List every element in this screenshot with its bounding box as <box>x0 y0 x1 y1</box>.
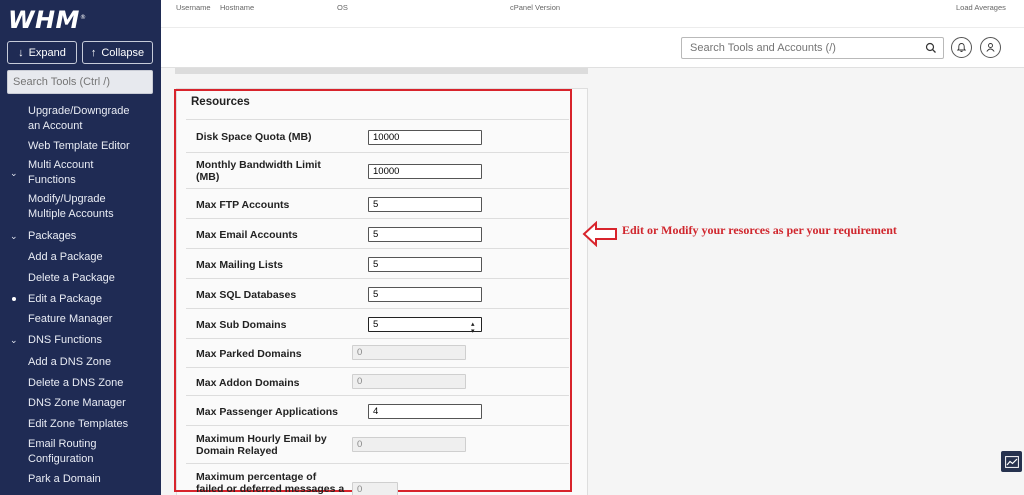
bell-icon <box>956 43 967 52</box>
chevron-down-icon[interactable]: ⌄ <box>10 168 18 179</box>
row-label: Max Addon Domains <box>196 377 300 389</box>
row-label: Monthly Bandwidth Limit (MB) <box>196 159 321 183</box>
hostname-label: Hostname <box>220 3 255 12</box>
arrow-down-icon: ↓ <box>18 46 24 59</box>
resource-row-disk-quota: Disk Space Quota (MB) <box>186 119 569 152</box>
sidebar-item-delete-dns-zone[interactable]: Delete a DNS Zone <box>28 376 123 391</box>
row-label: Maximum Hourly Email by Domain Relayed <box>196 433 327 457</box>
sidebar-item-park-domain[interactable]: Park a Domain <box>28 472 101 487</box>
sidebar-item-web-template-editor[interactable]: Web Template Editor <box>28 139 130 154</box>
search-icon[interactable] <box>925 42 937 54</box>
max-email-accounts-input[interactable] <box>368 227 482 242</box>
chevron-down-icon[interactable]: ⌄ <box>10 335 18 346</box>
max-hourly-email-input <box>352 437 466 452</box>
max-failed-deferred-input <box>352 482 398 495</box>
user-icon <box>986 43 995 52</box>
os-label: OS <box>337 3 348 12</box>
row-label: Max Email Accounts <box>196 229 298 241</box>
sidebar-item-delete-package[interactable]: Delete a Package <box>28 271 115 286</box>
search-tools-accounts-input[interactable] <box>681 37 944 59</box>
sidebar-item-edit-package[interactable]: Edit a Package <box>28 292 102 307</box>
sidebar-item-upgrade-downgrade[interactable]: Upgrade/Downgrade an Account <box>28 104 130 134</box>
chart-trend-icon <box>1004 455 1019 468</box>
row-label: Maximum percentage of failed or deferred … <box>196 471 345 495</box>
row-label: Max Sub Domains <box>196 319 287 331</box>
stepper-arrows-icon[interactable]: ▴ ▾ <box>471 321 475 335</box>
chevron-down-icon[interactable]: ⌄ <box>10 231 18 242</box>
annotation-text: Edit or Modify your resorces as per your… <box>622 223 897 237</box>
cpanel-version-label: cPanel Version <box>510 3 561 12</box>
sidebar-item-add-package[interactable]: Add a Package <box>28 250 103 265</box>
row-label: Max SQL Databases <box>196 289 297 301</box>
expand-button[interactable]: ↓ Expand <box>7 41 77 64</box>
resource-row-mailing-lists: Max Mailing Lists <box>186 248 569 278</box>
expand-label: Expand <box>28 46 66 59</box>
sidebar-group-dns-functions[interactable]: DNS Functions <box>28 333 102 348</box>
max-parked-domains-input <box>352 345 466 360</box>
resource-row-passenger: Max Passenger Applications <box>186 395 569 425</box>
resource-row-parked: Max Parked Domains <box>186 338 569 367</box>
resource-row-addon: Max Addon Domains <box>186 367 569 395</box>
row-label: Max FTP Accounts <box>196 199 290 211</box>
row-label: Max Parked Domains <box>196 348 302 360</box>
max-sub-domains-stepper[interactable] <box>368 317 482 332</box>
resource-row-ftp: Max FTP Accounts <box>186 188 569 218</box>
search-tools-input[interactable] <box>7 70 153 94</box>
sidebar-item-dns-zone-manager[interactable]: DNS Zone Manager <box>28 396 126 411</box>
collapse-label: Collapse <box>101 46 145 59</box>
max-mailing-lists-input[interactable] <box>368 257 482 272</box>
arrow-up-icon: ↑ <box>90 46 97 59</box>
sidebar-item-edit-zone-templates[interactable]: Edit Zone Templates <box>28 417 128 432</box>
resource-row-hourly-email: Maximum Hourly Email by Domain Relayed <box>186 425 569 463</box>
max-ftp-accounts-input[interactable] <box>368 197 482 212</box>
resource-row-failed-deferred: Maximum percentage of failed or deferred … <box>186 463 569 495</box>
previous-section-edge <box>175 68 588 74</box>
max-sql-databases-input[interactable] <box>368 287 482 302</box>
max-addon-domains-input <box>352 374 466 389</box>
resource-row-sql: Max SQL Databases <box>186 278 569 308</box>
sidebar-group-multi-account[interactable]: Multi Account Functions <box>28 158 93 188</box>
server-info-bar: Username Hostname OS cPanel Version Load… <box>161 0 1024 28</box>
row-label: Disk Space Quota (MB) <box>196 131 312 143</box>
username-label: Username <box>176 3 211 12</box>
resource-row-bandwidth: Monthly Bandwidth Limit (MB) <box>186 152 569 188</box>
resources-title: Resources <box>191 96 250 108</box>
collapse-button[interactable]: ↑ Collapse <box>82 41 153 64</box>
annotation-arrow-icon <box>582 221 617 247</box>
row-label: Max Mailing Lists <box>196 259 283 271</box>
sidebar-item-add-dns-zone[interactable]: Add a DNS Zone <box>28 355 111 370</box>
notifications-button[interactable] <box>951 37 972 58</box>
active-bullet-icon <box>12 297 16 301</box>
whm-logo[interactable]: WHM® <box>8 6 86 34</box>
resource-row-subdomains: Max Sub Domains ▴▾ <box>186 308 569 338</box>
max-passenger-apps-input[interactable] <box>368 404 482 419</box>
row-label: Max Passenger Applications <box>196 406 338 418</box>
sidebar-item-modify-upgrade-multiple[interactable]: Modify/Upgrade Multiple Accounts <box>28 192 114 222</box>
bandwidth-limit-input[interactable] <box>368 164 482 179</box>
sidebar: WHM® ↓ Expand ↑ Collapse Upgrade/Downgra… <box>0 0 161 495</box>
sidebar-item-feature-manager[interactable]: Feature Manager <box>28 312 112 327</box>
disk-quota-input[interactable] <box>368 130 482 145</box>
load-averages-label: Load Averages <box>956 3 1006 12</box>
sidebar-group-packages[interactable]: Packages <box>28 229 76 244</box>
resource-row-email: Max Email Accounts <box>186 218 569 248</box>
user-menu-button[interactable] <box>980 37 1001 58</box>
header-toolbar <box>161 28 1024 68</box>
sidebar-item-email-routing[interactable]: Email Routing Configuration <box>28 437 96 467</box>
analytics-button[interactable] <box>1001 451 1022 472</box>
